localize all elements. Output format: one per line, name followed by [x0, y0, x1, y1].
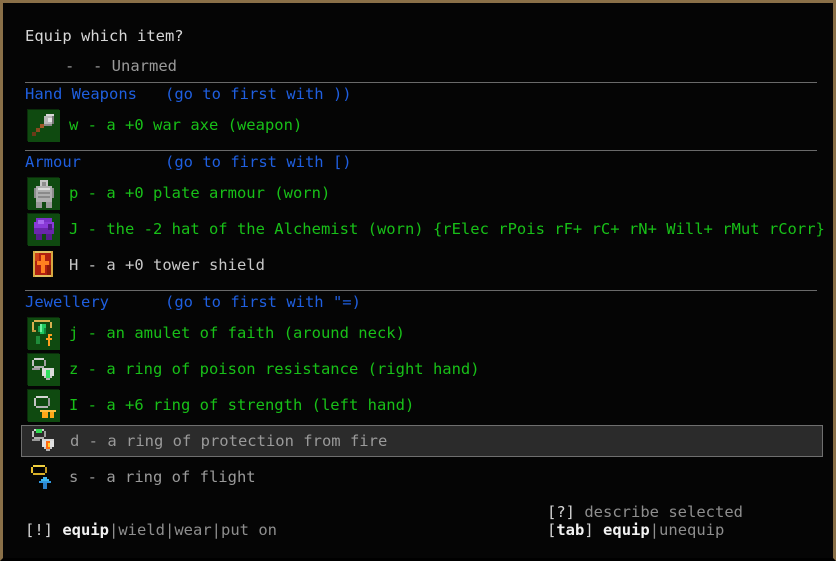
describe-key: [?] [547, 503, 575, 521]
list-item[interactable]: p - a +0 plate armour (worn) [21, 177, 823, 210]
tab-bracket-open: [ [547, 521, 557, 539]
list-item-label: d - a ring of protection from fire [70, 432, 388, 450]
list-item-label: I - a +6 ring of strength (left hand) [69, 396, 415, 414]
footer-equip-hint[interactable]: [!] equip|wield|wear|put on [25, 521, 277, 539]
list-item-label: s - a ring of flight [69, 468, 256, 486]
list-item[interactable]: s - a ring of flight [21, 461, 823, 493]
list-item-label: z - a ring of poison resistance (right h… [69, 360, 480, 378]
list-item-label: j - an amulet of faith (around neck) [69, 324, 405, 342]
crawl-equip-menu-window: Equip which item? - - Unarmed Hand Weapo… [0, 0, 836, 561]
plate-armour-icon [27, 177, 60, 210]
section-name: Hand Weapons [25, 85, 137, 103]
list-item[interactable]: j - an amulet of faith (around neck) [21, 317, 823, 350]
section-name: Jewellery [25, 293, 109, 311]
tab-bracket-close: ] [584, 521, 594, 539]
tower-shield-icon [27, 249, 59, 281]
ring-protection-fire-icon [28, 425, 60, 457]
footer-spacer [575, 503, 584, 521]
ring-poison-resistance-icon [27, 353, 60, 386]
section-hint: (go to first with [) [165, 153, 352, 171]
list-item[interactable]: z - a ring of poison resistance (right h… [21, 353, 823, 386]
section-header-hand-weapons: Hand Weapons (go to first with )) [25, 79, 352, 109]
tab-equip-label: equip [603, 521, 650, 539]
section-name: Armour [25, 153, 81, 171]
list-item-selected[interactable]: d - a ring of protection from fire [21, 425, 823, 457]
unarmed-option[interactable]: - - Unarmed [65, 51, 177, 81]
tab-alternates: |unequip [649, 521, 725, 539]
page-title: Equip which item? [25, 27, 184, 45]
section-spacer [81, 153, 165, 171]
list-item-label: p - a +0 plate armour (worn) [69, 184, 331, 202]
list-item[interactable]: w - a +0 war axe (weapon) [21, 109, 823, 142]
equip-key: [!] [25, 521, 53, 539]
equip-menu: Equip which item? - - Unarmed Hand Weapo… [3, 3, 833, 558]
list-item[interactable]: H - a +0 tower shield [21, 249, 823, 281]
section-spacer [109, 293, 165, 311]
section-header-jewellery: Jewellery (go to first with "=) [25, 287, 361, 317]
section-hint: (go to first with )) [164, 85, 352, 103]
equip-alternates: |wield|wear|put on [109, 521, 277, 539]
describe-label: describe selected [584, 503, 743, 521]
war-axe-icon [27, 109, 60, 142]
section-hint: (go to first with "=) [165, 293, 361, 311]
footer-spacer [53, 521, 62, 539]
ring-of-strength-icon [27, 389, 60, 422]
equip-label: equip [62, 521, 110, 539]
footer-tab-hint[interactable]: [tab] equip|unequip [547, 521, 724, 539]
footer-describe-hint[interactable]: [?] describe selected [547, 503, 743, 521]
list-item[interactable]: I - a +6 ring of strength (left hand) [21, 389, 823, 422]
list-item[interactable]: J - the -2 hat of the Alchemist (worn) {… [21, 213, 825, 246]
tab-key: tab [556, 521, 585, 539]
section-spacer [137, 85, 165, 103]
list-item-label: H - a +0 tower shield [69, 256, 265, 274]
alchemist-hat-icon [27, 213, 60, 246]
amulet-of-faith-icon [27, 317, 60, 350]
ring-of-flight-icon [27, 461, 59, 493]
list-item-label: w - a +0 war axe (weapon) [69, 116, 303, 134]
section-header-armour: Armour (go to first with [) [25, 147, 352, 177]
list-item-label: J - the -2 hat of the Alchemist (worn) {… [69, 220, 825, 238]
footer-spacer [594, 521, 603, 539]
